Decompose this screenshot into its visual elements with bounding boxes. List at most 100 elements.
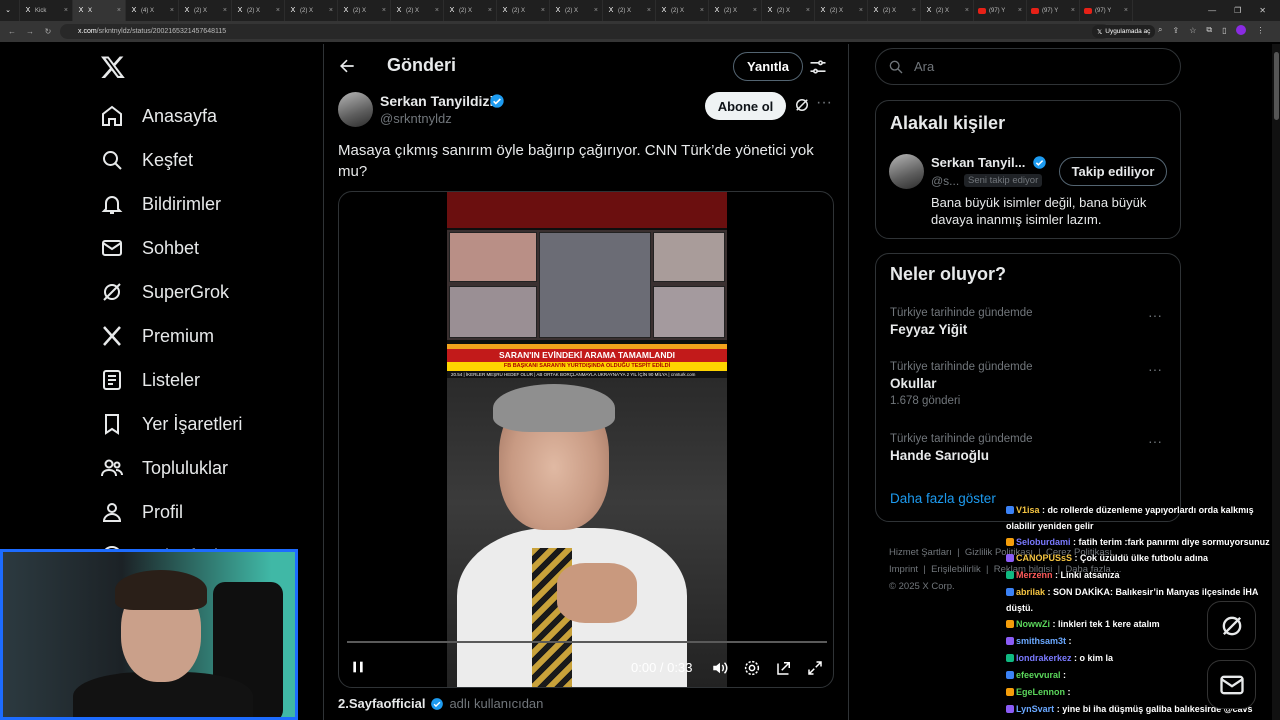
menu-dots-icon[interactable]: ⋮ bbox=[1256, 26, 1264, 35]
close-window-icon[interactable]: ✕ bbox=[1259, 6, 1266, 15]
back-nav-icon[interactable]: ← bbox=[6, 27, 18, 36]
scrollbar-thumb[interactable] bbox=[1274, 52, 1279, 120]
open-in-app-button[interactable]: 𝕏 Uygulamada aç bbox=[1092, 25, 1156, 38]
extensions-icon[interactable]: ⧉ bbox=[1206, 25, 1212, 35]
share-icon[interactable]: ⇪ bbox=[1172, 26, 1179, 35]
related-person-handle[interactable]: @s... bbox=[931, 174, 959, 188]
nav-item-8[interactable]: Topluluklar bbox=[100, 448, 228, 488]
avatar[interactable] bbox=[889, 154, 924, 189]
pause-icon[interactable] bbox=[350, 659, 366, 675]
search-input[interactable]: Ara bbox=[875, 48, 1181, 85]
tab-close-icon[interactable]: × bbox=[700, 7, 704, 14]
video-progress-bar[interactable] bbox=[347, 641, 827, 643]
browser-tab[interactable]: X (2) X × bbox=[550, 0, 603, 21]
browser-tab[interactable]: X (2) X × bbox=[497, 0, 550, 21]
nav-item-3[interactable]: Sohbet bbox=[100, 228, 199, 268]
grok-floating-button[interactable] bbox=[1207, 601, 1256, 650]
chat-username[interactable]: V1isa bbox=[1016, 505, 1040, 515]
browser-tab[interactable]: X (2) X × bbox=[285, 0, 338, 21]
reload-icon[interactable]: ↻ bbox=[42, 27, 54, 36]
nav-item-1[interactable]: Keşfet bbox=[100, 140, 193, 180]
browser-tab[interactable]: X (2) X × bbox=[762, 0, 815, 21]
browser-tab[interactable]: (97) Y × bbox=[1027, 0, 1080, 21]
star-icon[interactable]: ☆ bbox=[1189, 26, 1196, 35]
tab-close-icon[interactable]: × bbox=[1018, 7, 1022, 14]
settings-gear-icon[interactable] bbox=[743, 659, 761, 677]
nav-item-5[interactable]: Premium bbox=[100, 316, 214, 356]
tab-close-icon[interactable]: × bbox=[965, 7, 969, 14]
sidebar-icon[interactable]: ▯ bbox=[1222, 26, 1226, 35]
browser-tab[interactable]: X (4) X × bbox=[126, 0, 179, 21]
browser-tab[interactable]: X (2) X × bbox=[179, 0, 232, 21]
author-name[interactable]: Serkan Tanyildizi bbox=[380, 93, 493, 109]
tab-close-icon[interactable]: × bbox=[594, 7, 598, 14]
tab-close-icon[interactable]: × bbox=[329, 7, 333, 14]
tab-close-icon[interactable]: × bbox=[488, 7, 492, 14]
trend-item[interactable]: Türkiye tarihinde gündemde Okullar 1.678… bbox=[890, 361, 1170, 407]
following-button[interactable]: Takip ediliyor bbox=[1059, 157, 1167, 186]
chat-username[interactable]: LynSvart bbox=[1016, 704, 1054, 714]
tab-close-icon[interactable]: × bbox=[64, 7, 68, 14]
trend-more-icon[interactable]: ··· bbox=[1148, 361, 1162, 377]
tab-close-icon[interactable]: × bbox=[1124, 7, 1128, 14]
browser-tab[interactable]: X X × bbox=[73, 0, 126, 21]
filter-sliders-icon[interactable] bbox=[808, 57, 828, 77]
trend-item[interactable]: Türkiye tarihinde gündemde Feyyaz Yiğit … bbox=[890, 307, 1170, 337]
minimize-icon[interactable]: — bbox=[1208, 6, 1216, 15]
tab-close-icon[interactable]: × bbox=[859, 7, 863, 14]
browser-tab[interactable]: X (2) X × bbox=[868, 0, 921, 21]
show-more-link[interactable]: Daha fazla göster bbox=[890, 491, 996, 506]
browser-tab[interactable]: X (2) X × bbox=[656, 0, 709, 21]
nav-item-6[interactable]: Listeler bbox=[100, 360, 200, 400]
chat-username[interactable]: NowwZi bbox=[1016, 619, 1050, 629]
browser-tab[interactable]: (97) Y × bbox=[1080, 0, 1133, 21]
grok-icon[interactable] bbox=[793, 96, 811, 114]
tab-search-icon[interactable]: ⌄ bbox=[0, 0, 20, 21]
nav-item-2[interactable]: Bildirimler bbox=[100, 184, 221, 224]
trend-more-icon[interactable]: ··· bbox=[1148, 433, 1162, 449]
trend-more-icon[interactable]: ··· bbox=[1148, 307, 1162, 323]
browser-tab[interactable]: X (2) X × bbox=[815, 0, 868, 21]
messages-floating-button[interactable] bbox=[1207, 660, 1256, 709]
related-person-name[interactable]: Serkan Tanyil... bbox=[931, 155, 1025, 170]
tab-close-icon[interactable]: × bbox=[117, 7, 121, 14]
tab-close-icon[interactable]: × bbox=[753, 7, 757, 14]
tab-close-icon[interactable]: × bbox=[435, 7, 439, 14]
page-scrollbar[interactable] bbox=[1272, 44, 1280, 720]
chat-username[interactable]: EgeLennon bbox=[1016, 687, 1065, 697]
nav-item-7[interactable]: Yer İşaretleri bbox=[100, 404, 242, 444]
x-logo-icon[interactable] bbox=[100, 54, 126, 80]
tab-close-icon[interactable]: × bbox=[912, 7, 916, 14]
chat-username[interactable]: smithsam3t bbox=[1016, 636, 1066, 646]
tab-close-icon[interactable]: × bbox=[276, 7, 280, 14]
browser-tab[interactable]: X (2) X × bbox=[232, 0, 285, 21]
reply-button[interactable]: Yanıtla bbox=[733, 52, 803, 81]
chat-username[interactable]: abrilak bbox=[1016, 587, 1045, 597]
nav-item-9[interactable]: Profil bbox=[100, 492, 183, 532]
tab-close-icon[interactable]: × bbox=[223, 7, 227, 14]
picture-in-picture-icon[interactable] bbox=[775, 659, 793, 677]
nav-item-4[interactable]: SuperGrok bbox=[100, 272, 229, 312]
fullscreen-icon[interactable] bbox=[806, 659, 824, 677]
tab-close-icon[interactable]: × bbox=[382, 7, 386, 14]
volume-icon[interactable] bbox=[711, 659, 729, 677]
nav-item-0[interactable]: Anasayfa bbox=[100, 96, 217, 136]
zoom-icon[interactable]: ⌕ bbox=[1158, 25, 1162, 35]
tab-close-icon[interactable]: × bbox=[541, 7, 545, 14]
browser-tab[interactable]: X (2) X × bbox=[391, 0, 444, 21]
browser-tab[interactable]: X (2) X × bbox=[444, 0, 497, 21]
tab-close-icon[interactable]: × bbox=[1071, 7, 1075, 14]
url-field[interactable]: x.com/srkntnyldz/status/2002165321457648… bbox=[60, 24, 1110, 39]
tab-close-icon[interactable]: × bbox=[647, 7, 651, 14]
more-options-icon[interactable]: ··· bbox=[816, 95, 834, 114]
browser-tab[interactable]: X (2) X × bbox=[709, 0, 762, 21]
author-handle[interactable]: @srkntnyldz bbox=[380, 111, 452, 126]
chat-username[interactable]: londrakerkez bbox=[1016, 653, 1072, 663]
chat-username[interactable]: Merzenn bbox=[1016, 570, 1053, 580]
forward-nav-icon[interactable]: → bbox=[24, 27, 36, 36]
browser-tab[interactable]: X (2) X × bbox=[921, 0, 974, 21]
profile-avatar[interactable] bbox=[1236, 25, 1247, 35]
restore-icon[interactable]: ❐ bbox=[1234, 6, 1241, 15]
browser-tab[interactable]: (97) Y × bbox=[974, 0, 1027, 21]
browser-tab[interactable]: X (2) X × bbox=[603, 0, 656, 21]
